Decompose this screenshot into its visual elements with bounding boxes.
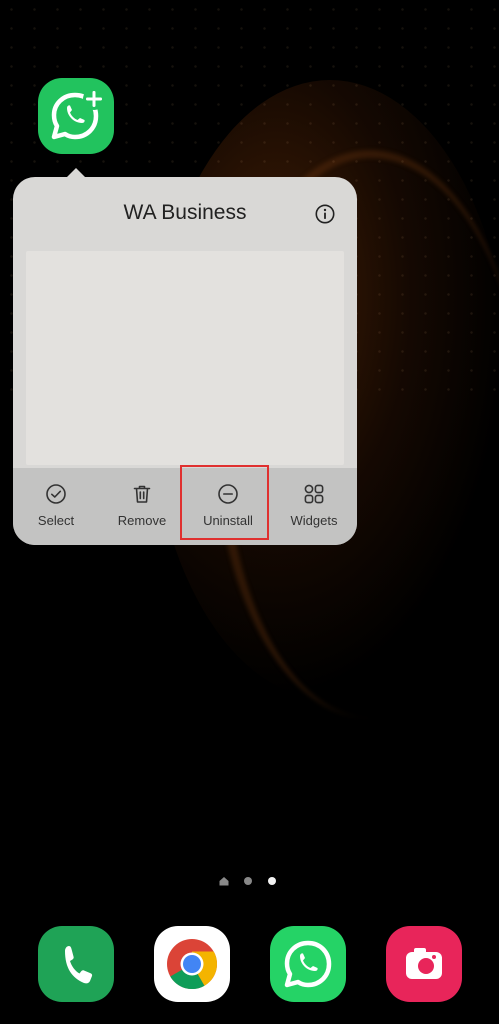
- popup-title: WA Business: [123, 201, 247, 224]
- widget-preview-area: [26, 251, 344, 465]
- widgets-button[interactable]: Widgets: [271, 468, 357, 545]
- phone-glyph: [65, 946, 93, 984]
- camera-glyph: [406, 948, 442, 979]
- camera-icon[interactable]: [386, 926, 462, 1002]
- page-dot-active: [268, 877, 276, 885]
- select-label: Select: [37, 513, 75, 528]
- uninstall-button[interactable]: Uninstall: [185, 468, 271, 545]
- widgets-label: Widgets: [290, 513, 338, 528]
- page-dot: [244, 877, 252, 885]
- home-screen: WA Business Select Remove Uninstall Widg…: [0, 0, 499, 1024]
- info-icon[interactable]: [315, 204, 335, 224]
- check-circle-icon: [46, 484, 66, 504]
- home-page-indicator-icon: [219, 877, 229, 886]
- uninstall-label: Uninstall: [203, 513, 253, 528]
- whatsapp-glyph: [284, 940, 332, 988]
- trash-icon: [133, 485, 151, 503]
- widgets-grid-icon: [304, 484, 324, 504]
- whatsapp-icon[interactable]: [270, 926, 346, 1002]
- whatsapp-business-glyph: [51, 88, 105, 140]
- select-button[interactable]: Select: [13, 468, 99, 545]
- remove-button[interactable]: Remove: [99, 468, 185, 545]
- remove-label: Remove: [117, 513, 167, 528]
- page-indicator[interactable]: [218, 875, 282, 887]
- popup-action-bar: Select Remove Uninstall Widgets: [13, 468, 357, 545]
- chrome-icon[interactable]: [154, 926, 230, 1002]
- phone-icon[interactable]: [38, 926, 114, 1002]
- whatsapp-business-icon[interactable]: [38, 78, 114, 154]
- chrome-glyph: [167, 939, 218, 990]
- app-context-popup: WA Business Select Remove Uninstall Widg…: [13, 177, 357, 545]
- minus-circle-icon: [218, 484, 238, 504]
